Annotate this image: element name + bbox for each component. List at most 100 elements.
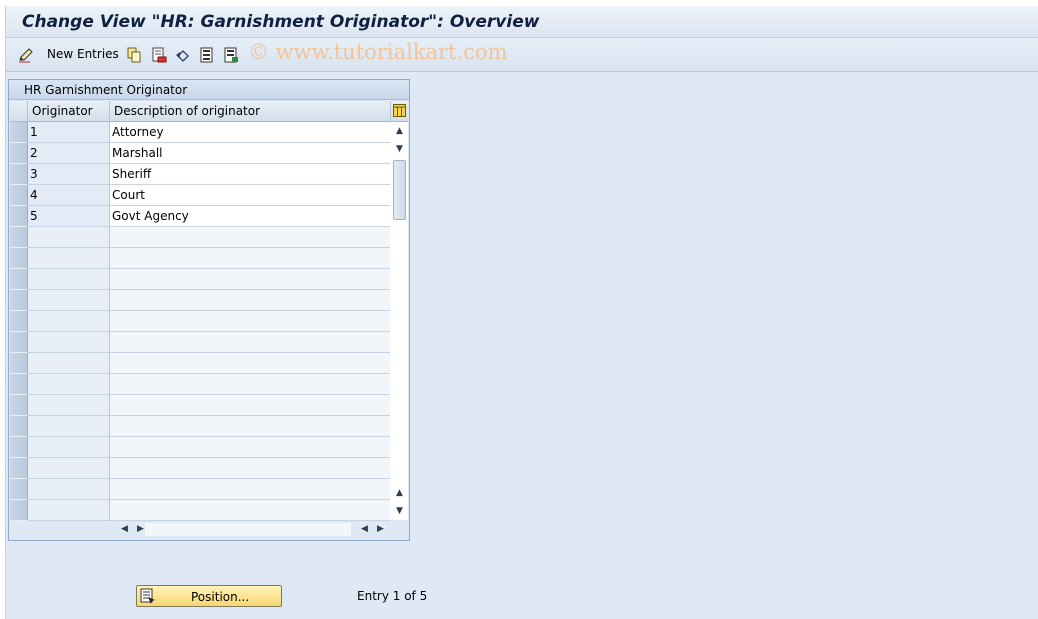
row-selector[interactable] [10,332,28,353]
description-cell[interactable]: Attorney [110,122,390,143]
empty-table-row[interactable] [10,290,390,311]
row-selector[interactable] [10,143,28,164]
scroll-left-icon[interactable]: ◀ [121,524,128,534]
description-cell[interactable] [110,332,390,353]
description-cell[interactable] [110,374,390,395]
description-cell[interactable] [110,500,390,521]
select-all-rows-cell[interactable] [10,101,28,122]
empty-table-row[interactable] [10,248,390,269]
page-down-icon[interactable]: ▼ [394,506,405,516]
empty-table-row[interactable] [10,332,390,353]
row-selector[interactable] [10,269,28,290]
row-selector[interactable] [10,206,28,227]
empty-table-row[interactable] [10,395,390,416]
originator-cell[interactable] [28,269,110,290]
originator-cell[interactable] [28,311,110,332]
edit-pencil-icon[interactable] [18,47,34,63]
row-selector[interactable] [10,311,28,332]
row-selector[interactable] [10,479,28,500]
originator-cell[interactable] [28,332,110,353]
table-row[interactable]: 3 Sheriff [10,164,390,185]
originator-cell[interactable]: 3 [28,164,110,185]
scroll-right-icon[interactable]: ▶ [137,524,144,534]
originator-cell[interactable] [28,353,110,374]
scroll-right-end-icon[interactable]: ▶ [377,524,384,534]
empty-table-row[interactable] [10,416,390,437]
deselect-all-icon[interactable] [223,47,239,63]
originator-cell[interactable] [28,437,110,458]
table-row[interactable]: 4 Court [10,185,390,206]
horizontal-scrollbar[interactable]: ◀ ▶ ◀ ▶ [109,521,389,538]
column-header-originator[interactable]: Originator [28,101,110,122]
row-selector[interactable] [10,458,28,479]
originator-cell[interactable] [28,227,110,248]
originator-cell[interactable] [28,290,110,311]
table-row[interactable]: 1 Attorney [10,122,390,143]
empty-table-row[interactable] [10,458,390,479]
description-cell[interactable] [110,290,390,311]
table-row[interactable]: 5 Govt Agency [10,206,390,227]
empty-table-row[interactable] [10,269,390,290]
empty-table-row[interactable] [10,500,390,521]
description-cell[interactable] [110,248,390,269]
empty-table-row[interactable] [10,374,390,395]
delete-icon[interactable] [151,47,167,63]
row-selector[interactable] [10,122,28,143]
description-cell[interactable] [110,437,390,458]
originator-cell[interactable] [28,248,110,269]
originator-cell[interactable] [28,458,110,479]
description-cell[interactable]: Sheriff [110,164,390,185]
row-selector[interactable] [10,248,28,269]
page-up-icon[interactable]: ▲ [394,488,405,498]
description-cell[interactable]: Govt Agency [110,206,390,227]
row-selector[interactable] [10,416,28,437]
originator-cell[interactable]: 2 [28,143,110,164]
description-cell[interactable] [110,416,390,437]
row-selector[interactable] [10,227,28,248]
description-cell[interactable]: Marshall [110,143,390,164]
scroll-left-end-icon[interactable]: ◀ [361,524,368,534]
new-entries-button[interactable]: New Entries [47,47,119,61]
empty-table-row[interactable] [10,437,390,458]
select-all-icon[interactable] [199,47,215,63]
scroll-down-icon[interactable]: ▼ [394,144,405,154]
description-cell[interactable] [110,227,390,248]
row-selector[interactable] [10,395,28,416]
description-cell[interactable] [110,353,390,374]
empty-table-row[interactable] [10,353,390,374]
originator-cell[interactable] [28,395,110,416]
row-selector[interactable] [10,164,28,185]
column-settings-button[interactable] [391,101,408,122]
empty-table-row[interactable] [10,479,390,500]
originator-cell[interactable] [28,500,110,521]
vertical-scrollbar[interactable]: ▲ ▼ ▲ ▼ [391,122,408,520]
horizontal-scroll-track[interactable] [145,523,351,536]
originator-cell[interactable]: 5 [28,206,110,227]
description-cell[interactable] [110,458,390,479]
undo-icon[interactable] [175,47,191,63]
position-button[interactable]: Position... [136,585,282,607]
originator-cell[interactable] [28,479,110,500]
scroll-thumb[interactable] [393,160,406,220]
scroll-up-icon[interactable]: ▲ [394,126,405,136]
row-selector[interactable] [10,353,28,374]
empty-table-row[interactable] [10,227,390,248]
description-cell[interactable]: Court [110,185,390,206]
column-header-description[interactable]: Description of originator [110,101,391,122]
description-cell[interactable] [110,395,390,416]
description-cell[interactable] [110,269,390,290]
table-row[interactable]: 2 Marshall [10,143,390,164]
copy-icon[interactable] [126,47,142,63]
row-selector[interactable] [10,500,28,521]
row-selector[interactable] [10,437,28,458]
originator-cell[interactable]: 4 [28,185,110,206]
description-cell[interactable] [110,479,390,500]
row-selector[interactable] [10,374,28,395]
description-cell[interactable] [110,311,390,332]
originator-cell[interactable] [28,416,110,437]
row-selector[interactable] [10,185,28,206]
empty-table-row[interactable] [10,311,390,332]
originator-cell[interactable] [28,374,110,395]
originator-cell[interactable]: 1 [28,122,110,143]
row-selector[interactable] [10,290,28,311]
